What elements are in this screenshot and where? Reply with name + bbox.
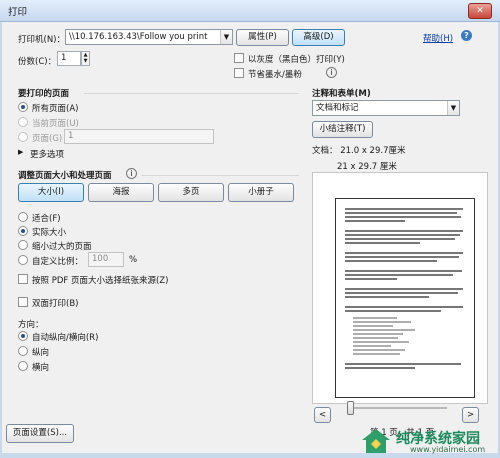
fit-radio[interactable] xyxy=(18,212,28,222)
pages-divider xyxy=(84,93,299,94)
copies-label: 份数(C)： xyxy=(18,57,57,67)
duplex-checkbox[interactable] xyxy=(18,297,28,307)
portrait-radio[interactable] xyxy=(18,346,28,356)
auto-orientation-radio[interactable] xyxy=(18,331,28,341)
all-pages-label: 所有页面(A) xyxy=(32,104,79,114)
summarize-comments-button[interactable]: 小结注释(T) xyxy=(312,121,373,138)
preview-page xyxy=(335,198,475,398)
window-title: 打印 xyxy=(8,7,28,18)
watermark-logo xyxy=(360,427,392,455)
help-icon[interactable]: ? xyxy=(461,30,472,41)
current-page-radio[interactable] xyxy=(18,117,28,127)
paper-size-label: 21 x 29.7 厘米 xyxy=(337,162,397,172)
page-setup-button[interactable]: 页面设置(S)... xyxy=(6,424,74,443)
comments-section-title: 注释和表单(M) xyxy=(312,89,371,99)
duplex-label: 双面打印(B) xyxy=(32,299,79,309)
more-options-link[interactable]: 更多选项 xyxy=(30,148,64,160)
pages-range-radio[interactable] xyxy=(18,132,28,142)
grayscale-checkbox[interactable] xyxy=(234,53,244,63)
print-dialog: 打印 ✕ 打印机(N)： \\10.176.163.43\Follow you … xyxy=(0,0,500,455)
prev-page-button[interactable]: < xyxy=(314,407,331,423)
printer-select-value: \\10.176.163.43\Follow you print xyxy=(69,32,208,42)
advanced-button[interactable]: 高级(D) xyxy=(292,29,345,46)
sizing-section-title: 调整页面大小和处理页面 xyxy=(18,171,112,181)
dialog-body: 打印机(N)： \\10.176.163.43\Follow you print… xyxy=(2,22,498,455)
comments-select[interactable]: 文档和标记 ▼ xyxy=(312,100,460,116)
multiple-button[interactable]: 多页 xyxy=(158,183,224,202)
pages-range-field[interactable]: 1 xyxy=(64,129,214,144)
page-slider-thumb[interactable] xyxy=(347,401,354,415)
current-page-label: 当前页面(U) xyxy=(32,119,79,129)
all-pages-radio[interactable] xyxy=(18,102,28,112)
info-icon[interactable]: i xyxy=(126,168,137,179)
pages-range-label: 页面(G) xyxy=(32,134,63,144)
properties-button[interactable]: 属性(P) xyxy=(236,29,289,46)
sizing-divider xyxy=(142,175,299,176)
printer-select[interactable]: \\10.176.163.43\Follow you print ▼ xyxy=(65,29,233,45)
orientation-title: 方向： xyxy=(18,320,44,330)
actual-size-label: 实际大小 xyxy=(32,228,67,238)
booklet-button[interactable]: 小册子 xyxy=(228,183,294,202)
auto-orientation-label: 自动纵向/横向(R) xyxy=(32,333,99,343)
poster-button[interactable]: 海报 xyxy=(88,183,154,202)
custom-scale-field[interactable]: 100 xyxy=(88,252,124,267)
next-page-button[interactable]: > xyxy=(462,407,479,423)
comments-select-value: 文档和标记 xyxy=(316,103,359,113)
custom-scale-label: 自定义比例： xyxy=(32,257,84,267)
size-button[interactable]: 大小(I) xyxy=(18,183,84,202)
portrait-label: 纵向 xyxy=(32,348,50,358)
copies-field[interactable]: 1 xyxy=(57,51,81,66)
landscape-label: 横向 xyxy=(32,363,50,373)
expand-triangle-icon[interactable]: ▶ xyxy=(18,148,23,156)
copies-stepper[interactable]: ▲ ▼ xyxy=(81,51,90,66)
info-icon[interactable]: i xyxy=(326,67,337,78)
help-link[interactable]: 帮助(H) xyxy=(423,32,453,44)
watermark-url: www.yidaimei.com xyxy=(410,445,486,454)
document-size-label: 文档： 21.0 x 29.7厘米 xyxy=(312,146,406,156)
custom-scale-unit: % xyxy=(129,255,138,265)
close-button[interactable]: ✕ xyxy=(468,3,492,19)
page-slider-track[interactable] xyxy=(347,407,447,409)
printer-label: 打印机(N)： xyxy=(18,35,65,45)
shrink-radio[interactable] xyxy=(18,240,28,250)
chevron-down-icon: ▼ xyxy=(220,30,232,44)
actual-size-radio[interactable] xyxy=(18,226,28,236)
chevron-down-icon: ▼ xyxy=(447,101,459,115)
save-ink-label: 节省墨水/墨粉 xyxy=(248,70,302,80)
custom-scale-radio[interactable] xyxy=(18,255,28,265)
fit-label: 适合(F) xyxy=(32,214,61,224)
shrink-label: 缩小过大的页面 xyxy=(32,242,92,252)
grayscale-label: 以灰度（黑白色）打印(Y) xyxy=(248,55,345,65)
paper-source-label: 按照 PDF 页面大小选择纸张来源(Z) xyxy=(32,276,169,286)
save-ink-checkbox[interactable] xyxy=(234,68,244,78)
pages-section-title: 要打印的页面 xyxy=(18,89,70,99)
paper-source-checkbox[interactable] xyxy=(18,274,28,284)
title-bar: 打印 ✕ xyxy=(0,0,500,22)
landscape-radio[interactable] xyxy=(18,361,28,371)
